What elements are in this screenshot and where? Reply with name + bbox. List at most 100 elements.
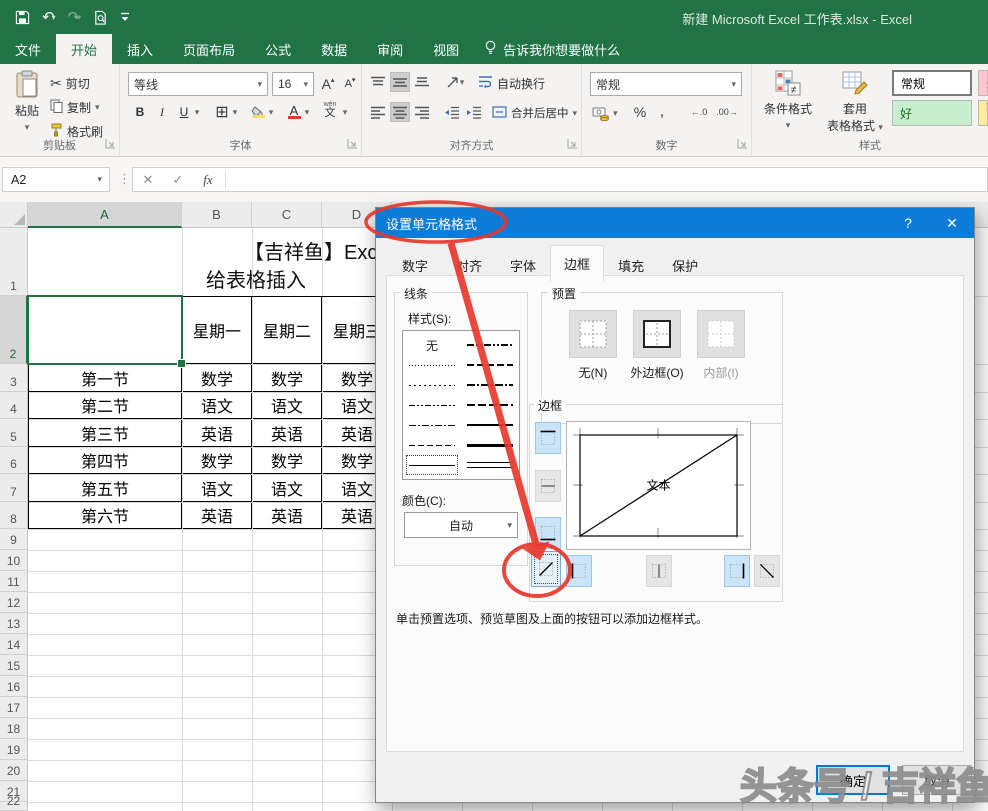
dialog-close-icon[interactable]: ✕	[930, 208, 974, 238]
row-header-2[interactable]: 2	[0, 296, 28, 364]
cancel-button[interactable]: 取消	[902, 765, 972, 795]
table-cell[interactable]: 英语	[253, 420, 322, 447]
table-cell[interactable]: 语文	[253, 475, 322, 502]
row-header-16[interactable]: 16	[0, 676, 28, 697]
print-preview-icon[interactable]	[90, 4, 111, 30]
align-top-icon[interactable]	[368, 72, 388, 92]
sheet-title-line1[interactable]: 【吉祥鱼】Exce	[244, 236, 388, 265]
table-cell[interactable]: 第六节	[29, 503, 182, 530]
align-left-icon[interactable]	[368, 102, 388, 122]
border-toggle-inner-vertical[interactable]	[646, 555, 672, 587]
copy-button[interactable]: 复制 ▾	[50, 96, 100, 118]
align-center-icon[interactable]	[390, 102, 410, 122]
line-style-option-med-dash-dot[interactable]	[464, 375, 516, 395]
table-cell[interactable]: 数学	[183, 365, 252, 392]
dialog-tab-填充[interactable]: 填充	[604, 249, 658, 285]
font-family-combo[interactable]: 等线▾	[128, 72, 268, 96]
borders-icon[interactable]: ⊞	[212, 102, 232, 122]
tab-插入[interactable]: 插入	[112, 34, 168, 64]
row-header-19[interactable]: 19	[0, 739, 28, 760]
row-header-7[interactable]: 7	[0, 474, 28, 502]
row-header-20[interactable]: 20	[0, 760, 28, 781]
table-cell[interactable]: 数学	[253, 448, 322, 475]
cell-style-好[interactable]: 好	[892, 100, 972, 126]
phonetic-dropdown[interactable]: ▾	[340, 102, 350, 122]
font-color-icon[interactable]: A	[284, 102, 304, 122]
merge-center-button[interactable]: 合并后居中 ▾	[492, 102, 577, 124]
table-cell[interactable]: 语文	[183, 475, 252, 502]
row-header-14[interactable]: 14	[0, 634, 28, 655]
number-dialog-launcher[interactable]	[737, 138, 748, 152]
shrink-font-button[interactable]: A▾	[340, 74, 360, 94]
align-bottom-icon[interactable]	[412, 72, 432, 92]
border-toggle-right[interactable]	[724, 555, 750, 587]
row-header-18[interactable]: 18	[0, 718, 28, 739]
row-header-12[interactable]: 12	[0, 592, 28, 613]
preset-button-outline[interactable]	[633, 310, 681, 358]
insert-function-icon[interactable]: fx	[193, 172, 223, 188]
line-style-option-dash-dot[interactable]	[406, 415, 458, 435]
wrap-text-button[interactable]: 自动换行	[478, 72, 545, 94]
confirm-entry-icon[interactable]: ✓	[163, 172, 193, 188]
underline-dropdown[interactable]: ▾	[192, 102, 202, 122]
font-dialog-launcher[interactable]	[347, 138, 358, 152]
cell-style-常规[interactable]: 常规	[892, 70, 972, 96]
dialog-tab-数字[interactable]: 数字	[388, 249, 442, 285]
table-cell[interactable]: 数学	[183, 448, 252, 475]
tab-视图[interactable]: 视图	[418, 34, 474, 64]
conditional-formatting-button[interactable]: ≠ 条件格式 ▾	[756, 70, 820, 130]
table-cell[interactable]: 数学	[253, 365, 322, 392]
tab-公式[interactable]: 公式	[250, 34, 306, 64]
paste-button[interactable]: 粘贴 ▾	[8, 70, 46, 132]
row-header-1[interactable]: 1	[0, 228, 28, 296]
accounting-format-icon[interactable]: ▾	[592, 102, 618, 124]
cell-style-差[interactable]: 差	[978, 70, 988, 96]
table-cell[interactable]: 第一节	[29, 365, 182, 392]
border-preview[interactable]: 文本	[566, 421, 751, 550]
tell-me-box[interactable]: 告诉我你想要做什么	[474, 34, 630, 64]
orientation-icon[interactable]: ▾	[442, 72, 468, 92]
font-size-combo[interactable]: 16▾	[272, 72, 314, 96]
table-cell[interactable]: 英语	[183, 420, 252, 447]
border-toggle-bottom[interactable]	[535, 517, 561, 549]
table-cell[interactable]: 第三节	[29, 420, 182, 447]
preset-button-none[interactable]	[569, 310, 617, 358]
save-icon[interactable]	[12, 4, 33, 30]
tab-开始[interactable]: 开始	[56, 34, 112, 64]
undo-icon[interactable]: ↶▾	[39, 4, 59, 30]
number-format-combo[interactable]: 常规▾	[590, 72, 742, 96]
dialog-tab-对齐[interactable]: 对齐	[442, 249, 496, 285]
formula-input-area[interactable]: ✕ ✓ fx	[132, 167, 988, 192]
sheet-title-line2[interactable]: 给表格插入	[206, 264, 306, 293]
line-style-option-med-dash[interactable]	[464, 395, 516, 415]
row-header-4[interactable]: 4	[0, 392, 28, 420]
dialog-tab-保护[interactable]: 保护	[658, 249, 712, 285]
dialog-help-icon[interactable]: ?	[886, 208, 930, 238]
row-header-3[interactable]: 3	[0, 364, 28, 392]
border-toggle-top[interactable]	[535, 422, 561, 454]
table-cell[interactable]: 英语	[183, 503, 252, 530]
cancel-entry-icon[interactable]: ✕	[133, 172, 163, 188]
table-cell[interactable]: 第四节	[29, 448, 182, 475]
line-style-option-dash-dot-dot[interactable]	[406, 395, 458, 415]
decrease-indent-icon[interactable]	[442, 102, 462, 122]
dialog-tab-字体[interactable]: 字体	[496, 249, 550, 285]
tab-数据[interactable]: 数据	[306, 34, 362, 64]
row-header-6[interactable]: 6	[0, 447, 28, 475]
table-cell[interactable]: 第五节	[29, 475, 182, 502]
border-toggle-diagonal-down[interactable]	[754, 555, 780, 587]
phonetic-guide-icon[interactable]: wén 文	[320, 100, 340, 120]
column-header-A[interactable]: A	[28, 202, 182, 228]
name-box[interactable]: A2▾	[2, 167, 110, 192]
line-style-option-thick-solid[interactable]	[464, 435, 516, 455]
tab-审阅[interactable]: 审阅	[362, 34, 418, 64]
percent-style-icon[interactable]: %	[630, 102, 650, 122]
row-header-9[interactable]: 9	[0, 529, 28, 550]
decrease-decimal-icon[interactable]: .00→	[714, 102, 740, 122]
tab-file[interactable]: 文件	[0, 34, 56, 64]
align-middle-icon[interactable]	[390, 72, 410, 92]
customize-qat-icon[interactable]	[117, 4, 133, 30]
table-cell[interactable]: 英语	[253, 503, 322, 530]
column-header-B[interactable]: B	[182, 202, 252, 228]
cut-button[interactable]: ✂ 剪切	[50, 72, 90, 94]
